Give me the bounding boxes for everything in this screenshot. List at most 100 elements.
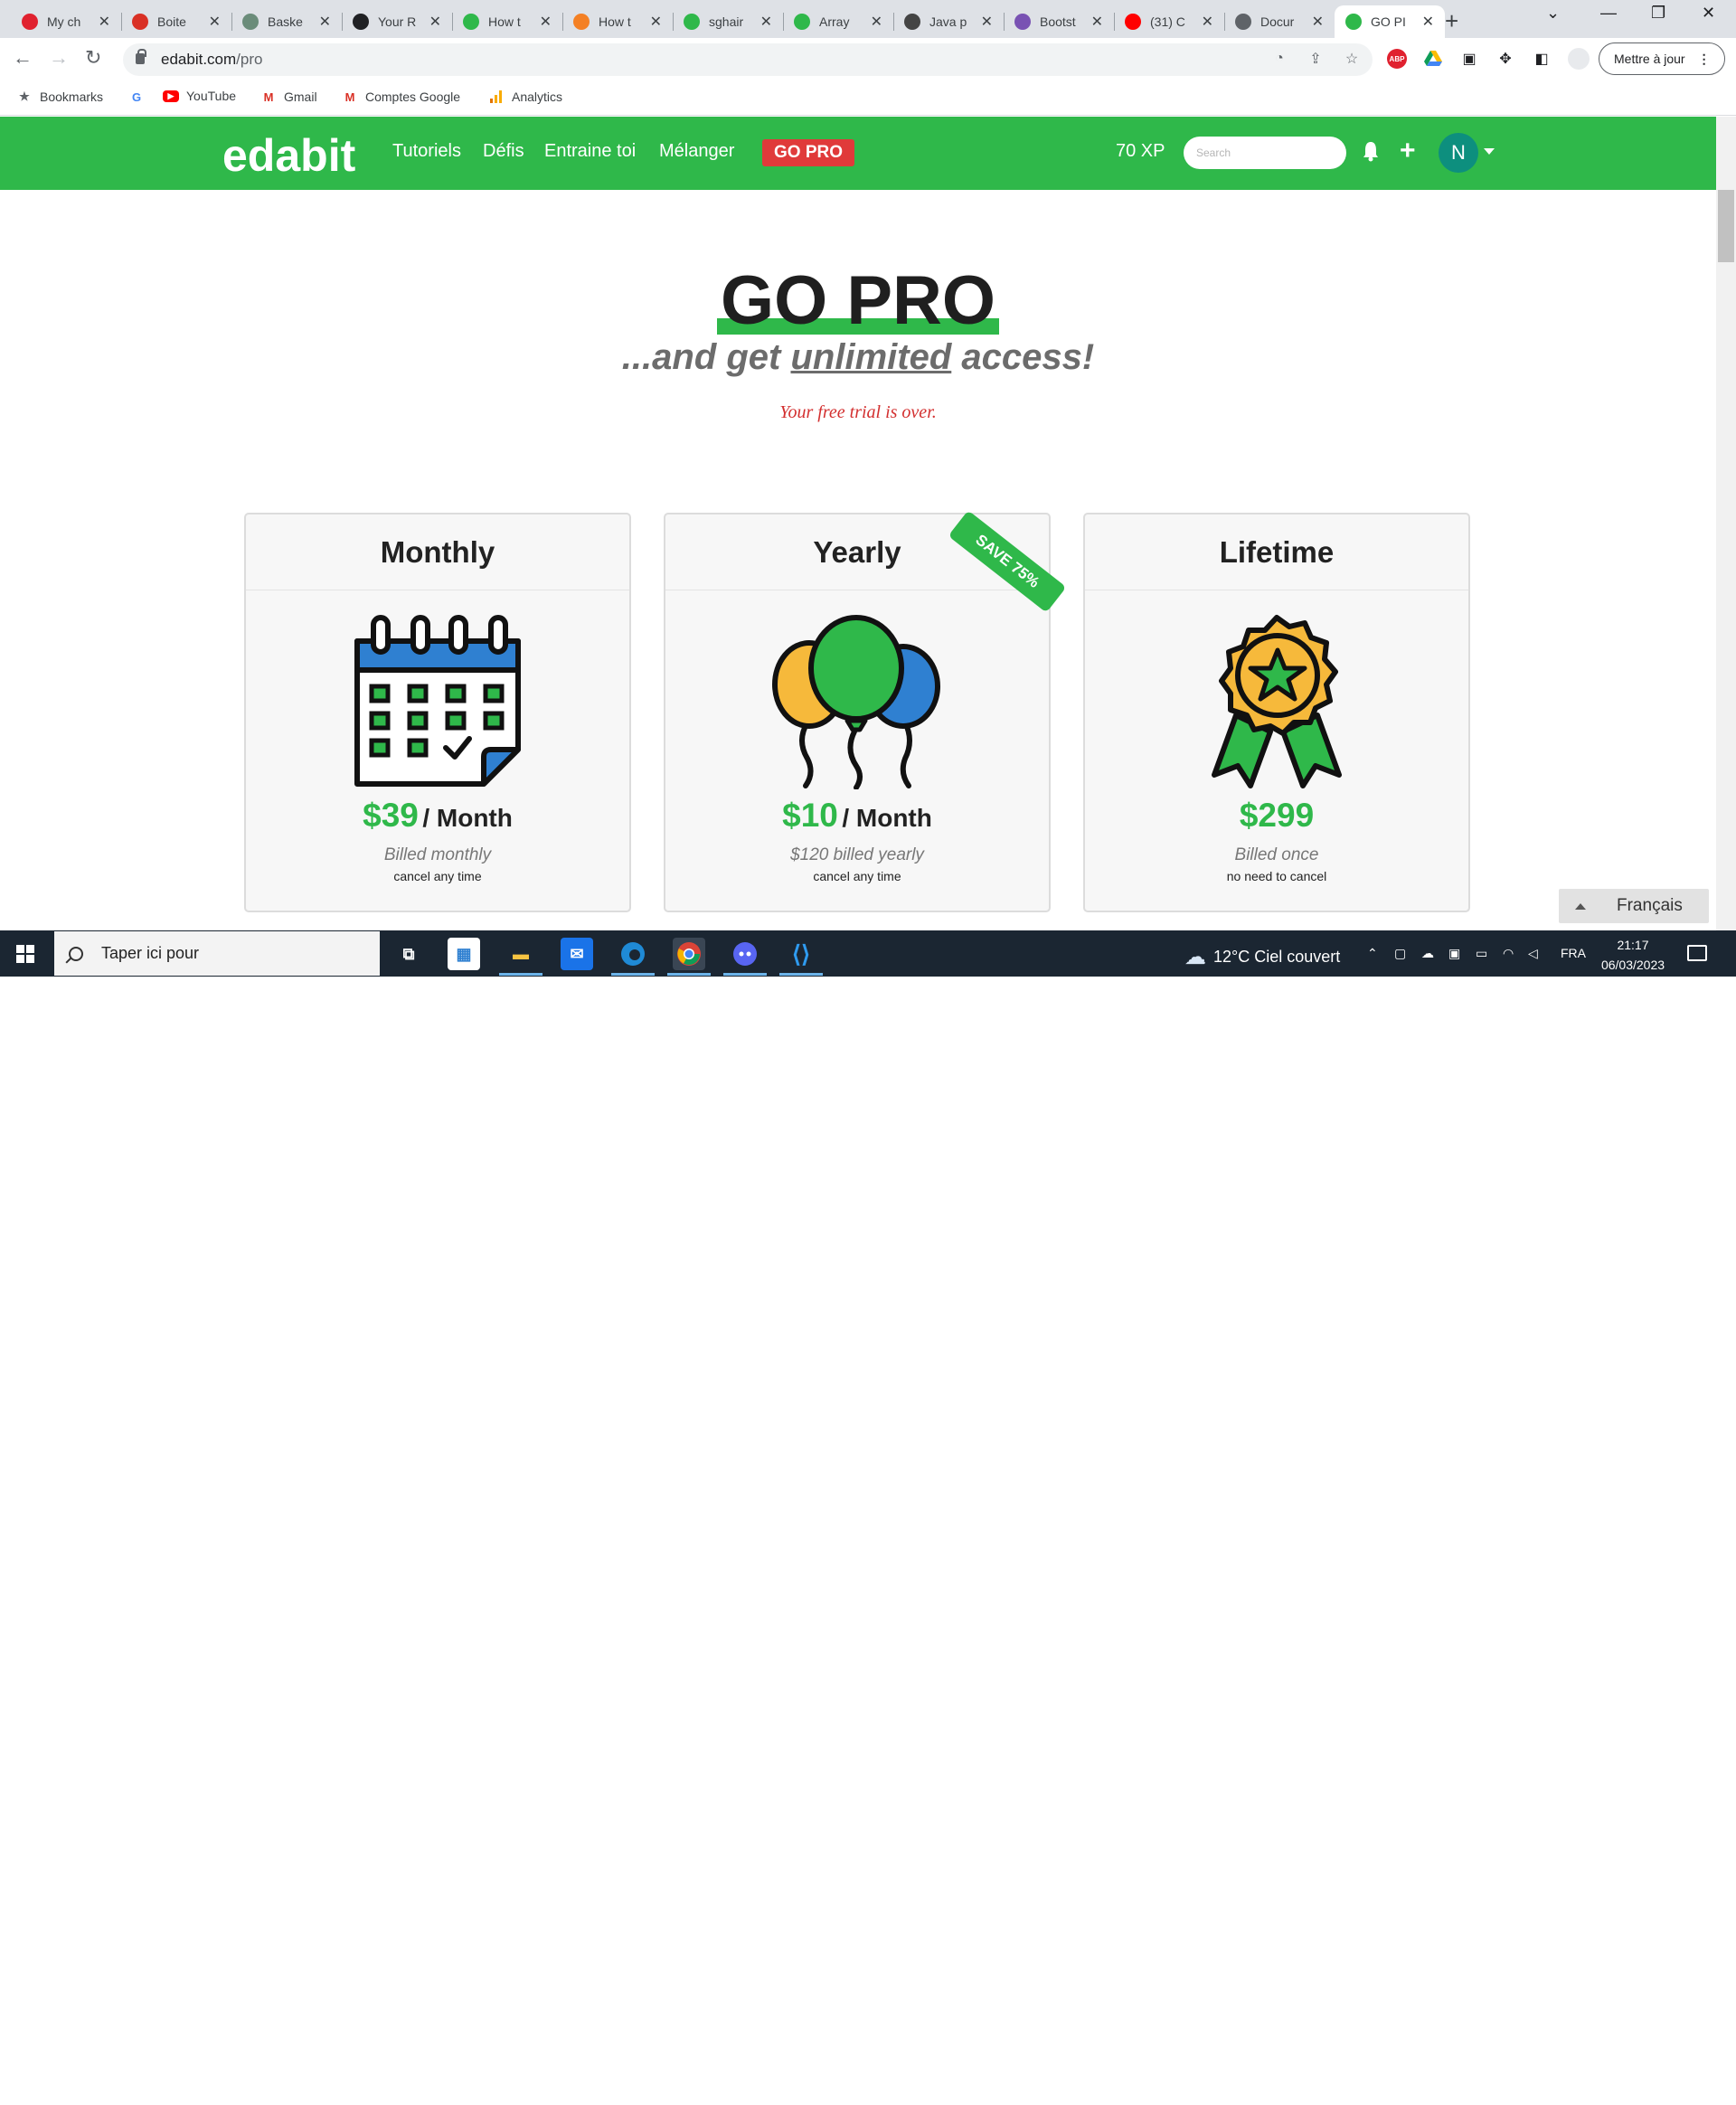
browser-tab[interactable]: Baske ✕ (231, 5, 342, 38)
google-drive-icon[interactable] (1423, 49, 1443, 69)
cancel-info: cancel any time (393, 869, 482, 883)
go-pro-button[interactable]: GO PRO (762, 139, 854, 166)
browser-tab[interactable]: Java p ✕ (893, 5, 1004, 38)
bookmark-youtube[interactable]: ▶ YouTube (163, 89, 236, 103)
restore-button[interactable]: ❐ (1651, 4, 1665, 23)
mail-icon[interactable]: ✉ (561, 938, 593, 970)
bookmark-analytics[interactable]: Analytics (488, 89, 562, 105)
tab-title: Java p (929, 14, 967, 29)
browser-tab[interactable]: Bootst ✕ (1004, 5, 1114, 38)
balloons-icon (665, 614, 1049, 789)
extensions-icon[interactable]: ✥ (1495, 49, 1515, 69)
clock-date: 06/03/2023 (1600, 958, 1665, 972)
store-icon[interactable]: ▦ (448, 938, 480, 970)
close-tab-icon[interactable]: ✕ (1312, 13, 1324, 31)
browser-tab[interactable]: How t ✕ (452, 5, 562, 38)
bookmark-folder[interactable]: ★ Bookmarks (16, 89, 103, 105)
plan-card-yearly[interactable]: Yearly $10 / Month $120 billed yearly ca… (664, 513, 1051, 912)
browser-tab[interactable]: GO PI ✕ (1335, 5, 1445, 38)
url-text[interactable]: edabit.com/pro (161, 51, 262, 69)
file-explorer-icon[interactable]: ▬ (505, 938, 537, 970)
input-language[interactable]: FRA (1561, 946, 1586, 960)
new-tab-button[interactable]: + (1445, 7, 1458, 35)
profile-icon[interactable] (1568, 48, 1590, 70)
task-view-icon[interactable]: ⧉ (392, 938, 425, 970)
side-panel-icon[interactable]: ◧ (1532, 49, 1552, 69)
bookmark-google[interactable]: G (128, 89, 152, 105)
browser-tab[interactable]: Docur ✕ (1224, 5, 1335, 38)
bookmark-label: Comptes Google (365, 90, 461, 104)
taskbar-search[interactable]: Taper ici pour (54, 931, 380, 976)
browser-tab[interactable]: How t ✕ (562, 5, 673, 38)
plan-card-monthly[interactable]: Monthly $39 / Month Billed monthly cance… (244, 513, 631, 912)
user-avatar[interactable]: N (1439, 133, 1478, 173)
close-tab-icon[interactable]: ✕ (871, 13, 882, 31)
windows-start-icon[interactable] (16, 945, 34, 963)
chrome-icon[interactable] (673, 938, 705, 970)
browser-tab[interactable]: sghair ✕ (673, 5, 783, 38)
share-icon[interactable]: ⇪ (1306, 49, 1326, 69)
onedrive-icon[interactable]: ☁ (1421, 946, 1434, 961)
update-button[interactable]: Mettre à jour ⋮ (1599, 42, 1725, 75)
site-search-input[interactable] (1184, 137, 1346, 169)
wifi-icon[interactable]: ◠ (1503, 946, 1514, 961)
browser-tab[interactable]: Boite ✕ (121, 5, 231, 38)
close-tab-icon[interactable]: ✕ (650, 13, 662, 31)
battery-icon[interactable]: ▭ (1476, 946, 1487, 961)
browser-tab[interactable]: Array ✕ (783, 5, 893, 38)
nav-melanger[interactable]: Mélanger (659, 141, 734, 162)
add-icon[interactable]: + (1400, 136, 1416, 166)
page-viewport: edabit Tutoriels Défis Entraine toi Méla… (0, 117, 1716, 930)
nav-entraine-toi[interactable]: Entraine toi (544, 141, 636, 162)
weather-widget[interactable]: ☁ 12°C Ciel couvert (1184, 944, 1340, 970)
close-tab-icon[interactable]: ✕ (981, 13, 993, 31)
youtube-icon: ▶ (163, 90, 179, 102)
stackoverflow-icon (573, 14, 590, 30)
close-tab-icon[interactable]: ✕ (760, 13, 772, 31)
plan-card-lifetime[interactable]: Lifetime $299 Billed once no need to can… (1083, 513, 1470, 912)
extension-puzzle-alt-icon[interactable]: ▣ (1459, 49, 1479, 69)
more-menu-icon[interactable]: ⋮ (1698, 52, 1711, 67)
edge-icon[interactable] (617, 938, 649, 970)
chevron-up-icon[interactable]: ⌃ (1367, 946, 1378, 961)
notifications-bell-icon[interactable] (1362, 140, 1380, 166)
meet-icon[interactable]: ▢ (1394, 946, 1406, 961)
close-tab-icon[interactable]: ✕ (1091, 13, 1103, 31)
bookmark-star-icon[interactable]: ☆ (1342, 49, 1362, 69)
display-icon[interactable]: ▣ (1448, 946, 1460, 961)
nav-defis[interactable]: Défis (483, 141, 524, 162)
browser-tab[interactable]: My ch ✕ (11, 5, 121, 38)
address-bar[interactable] (123, 43, 1373, 76)
reload-button[interactable]: ↻ (85, 46, 101, 70)
close-tab-icon[interactable]: ✕ (1202, 13, 1213, 31)
browser-tab[interactable]: Your R ✕ (342, 5, 452, 38)
browser-tab[interactable]: (31) C ✕ (1114, 5, 1224, 38)
clock[interactable]: 21:17 06/03/2023 (1597, 935, 1669, 975)
language-selector[interactable]: Français (1559, 889, 1709, 923)
nav-tutoriels[interactable]: Tutoriels (392, 141, 461, 162)
close-tab-icon[interactable]: ✕ (99, 13, 110, 31)
close-tab-icon[interactable]: ✕ (209, 13, 221, 31)
scrollbar-thumb[interactable] (1718, 190, 1734, 262)
close-tab-icon[interactable]: ✕ (319, 13, 331, 31)
back-button[interactable]: ← (13, 46, 33, 70)
close-tab-icon[interactable]: ✕ (429, 13, 441, 31)
avatar-caret-icon[interactable] (1484, 148, 1495, 155)
notification-center-icon[interactable] (1687, 945, 1707, 961)
minimize-button[interactable]: — (1600, 4, 1617, 23)
discord-icon[interactable] (729, 938, 761, 970)
close-tab-icon[interactable]: ✕ (540, 13, 552, 31)
close-tab-icon[interactable]: ✕ (1422, 13, 1434, 31)
adblock-icon[interactable]: ABP (1387, 49, 1407, 69)
bookmark-comptes-google[interactable]: M Comptes Google (342, 89, 460, 105)
tab-search-chevron-icon[interactable]: ⌄ (1546, 4, 1560, 23)
lock-icon[interactable] (136, 49, 146, 64)
bookmark-gmail[interactable]: M Gmail (260, 89, 317, 105)
vscode-icon[interactable]: ⟨⟩ (785, 938, 817, 970)
performance-icon[interactable]: ◔ (1269, 49, 1289, 69)
taskbar-search-placeholder: Taper ici pour (101, 944, 200, 962)
site-logo[interactable]: edabit (222, 129, 355, 182)
volume-icon[interactable]: ◁ (1528, 946, 1538, 961)
forward-button[interactable]: → (49, 46, 69, 70)
close-window-button[interactable]: ✕ (1702, 4, 1715, 23)
